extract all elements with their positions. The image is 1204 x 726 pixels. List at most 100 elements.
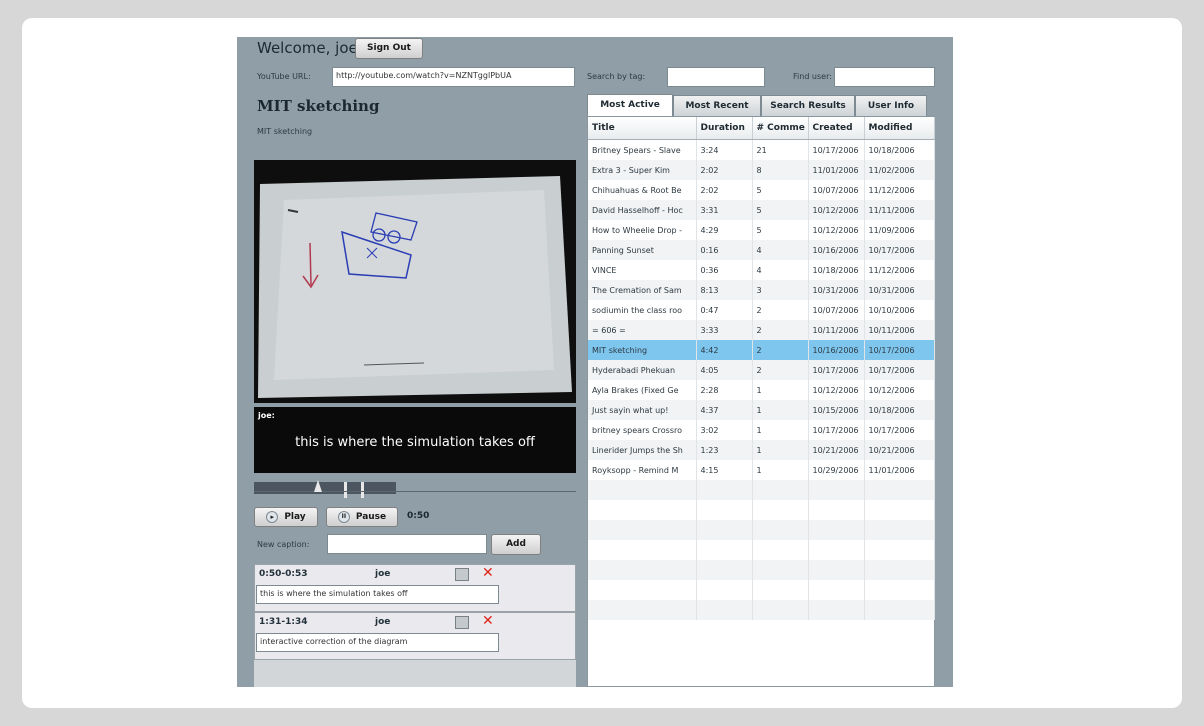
- table-row[interactable]: Chihuahuas & Root Be 2:02 5 10/07/2006 11/12…: [588, 180, 935, 200]
- table-cell: 3:31: [696, 200, 753, 220]
- table-row[interactable]: David Hasselhoff - Hoc 3:31 5 10/12/2006 11/…: [588, 200, 935, 220]
- table-cell: [752, 600, 809, 620]
- column-header[interactable]: Created: [808, 117, 865, 140]
- table-cell: [752, 580, 809, 600]
- table-cell: 10/12/2006: [808, 200, 865, 220]
- video-player[interactable]: [254, 160, 576, 403]
- youtube-url-label: YouTube URL:: [257, 72, 311, 81]
- table-cell: Ayla Brakes (Fixed Ge: [588, 380, 697, 400]
- table-row[interactable]: britney spears Crossro 3:02 1 10/17/2006 10/…: [588, 420, 935, 440]
- table-cell: 10/21/2006: [808, 440, 865, 460]
- table-cell: [588, 480, 697, 500]
- table-row[interactable]: Hyderabadi Phekuan 4:05 2 10/17/2006 10/17/2…: [588, 360, 935, 380]
- table-row[interactable]: Extra 3 - Super Kim 2:02 8 11/01/2006 11/02/…: [588, 160, 935, 180]
- caption-range: 0:50-0:53: [259, 569, 308, 579]
- table-cell: 4: [752, 260, 809, 280]
- table-cell: 2:28: [696, 380, 753, 400]
- pause-button[interactable]: II Pause: [326, 507, 398, 527]
- table-cell: 21: [752, 139, 809, 160]
- caption-item[interactable]: 0:50-0:53 joe ✕ this is where the simula…: [254, 564, 576, 612]
- table-cell: 10/31/2006: [864, 280, 935, 300]
- table-row[interactable]: MIT sketching 4:42 2 10/16/2006 10/17/2006: [588, 340, 935, 360]
- table-cell: [752, 500, 809, 520]
- table-cell: [752, 480, 809, 500]
- empty-row: [588, 500, 935, 520]
- table-row[interactable]: VINCE 0:36 4 10/18/2006 11/12/2006: [588, 260, 935, 280]
- table-cell: [808, 540, 865, 560]
- find-user-input[interactable]: [834, 67, 935, 87]
- tab-search-results[interactable]: Search Results: [761, 95, 855, 116]
- add-caption-button[interactable]: Add: [491, 534, 541, 555]
- table-row[interactable]: sodiumin the class roo 0:47 2 10/07/2006 10/…: [588, 300, 935, 320]
- table-cell: 1: [752, 420, 809, 440]
- table-cell: 10/21/2006: [864, 440, 935, 460]
- column-header[interactable]: Duration: [696, 117, 753, 140]
- table-cell: 10/15/2006: [808, 400, 865, 420]
- timeline[interactable]: [254, 478, 576, 504]
- save-icon[interactable]: [455, 568, 469, 581]
- table-cell: sodiumin the class roo: [588, 300, 697, 320]
- table-cell: [588, 600, 697, 620]
- table-row[interactable]: Britney Spears - Slave 3:24 21 10/17/2006 10…: [588, 139, 935, 160]
- table-cell: [808, 580, 865, 600]
- table-row[interactable]: Ayla Brakes (Fixed Ge 2:28 1 10/12/2006 10/1…: [588, 380, 935, 400]
- search-tag-input[interactable]: [667, 67, 765, 87]
- tab-most-recent[interactable]: Most Recent: [673, 95, 761, 116]
- new-caption-label: New caption:: [257, 540, 310, 549]
- column-header[interactable]: # Comme: [752, 117, 809, 140]
- table-cell: 5: [752, 180, 809, 200]
- table-cell: [696, 600, 753, 620]
- table-cell: 10/17/2006: [808, 139, 865, 160]
- caption-item[interactable]: 1:31-1:34 joe ✕ interactive correction o…: [254, 612, 576, 660]
- table-cell: 10/16/2006: [808, 240, 865, 260]
- table-cell: 10/12/2006: [864, 380, 935, 400]
- caption-text: this is where the simulation takes off: [295, 435, 535, 450]
- table-cell: = 606 =: [588, 320, 697, 340]
- table-cell: 10/16/2006: [808, 340, 865, 360]
- table-cell: [808, 500, 865, 520]
- video-subtitle: MIT sketching: [257, 127, 313, 136]
- play-button[interactable]: ▸ Play: [254, 507, 318, 527]
- table-cell: 8: [752, 160, 809, 180]
- column-header[interactable]: Title: [588, 117, 697, 140]
- caption-segment-bar: [254, 482, 396, 494]
- delete-icon[interactable]: ✕: [482, 613, 494, 629]
- table-cell: 5: [752, 200, 809, 220]
- caption-text-field[interactable]: interactive correction of the diagram: [256, 633, 499, 652]
- empty-row: [588, 580, 935, 600]
- delete-icon[interactable]: ✕: [482, 565, 494, 581]
- table-cell: 1:23: [696, 440, 753, 460]
- youtube-url-input[interactable]: http://youtube.com/watch?v=NZNTgglPbUA: [332, 67, 575, 87]
- table-row[interactable]: Panning Sunset 0:16 4 10/16/2006 10/17/2006: [588, 240, 935, 260]
- new-caption-input[interactable]: [327, 534, 487, 554]
- table-row[interactable]: How to Wheelie Drop -4:29 5 10/12/2006 11/0…: [588, 220, 935, 240]
- table-cell: [588, 540, 697, 560]
- table-cell: 2: [752, 360, 809, 380]
- table-cell: 11/02/2006: [864, 160, 935, 180]
- timeline-scrubber[interactable]: [314, 480, 323, 492]
- table-cell: [752, 540, 809, 560]
- empty-row: [588, 480, 935, 500]
- table-cell: [588, 500, 697, 520]
- table-row[interactable]: The Cremation of Sam 8:13 3 10/31/2006 10/31…: [588, 280, 935, 300]
- table-cell: [696, 500, 753, 520]
- column-header[interactable]: Modified: [864, 117, 935, 140]
- table-cell: 10/18/2006: [864, 400, 935, 420]
- caption-text-field[interactable]: this is where the simulation takes off: [256, 585, 499, 604]
- save-icon[interactable]: [455, 616, 469, 629]
- sign-out-button[interactable]: Sign Out: [355, 38, 423, 59]
- table-cell: [864, 580, 935, 600]
- table-row[interactable]: Linerider Jumps the Sh 1:23 1 10/21/2006 10/…: [588, 440, 935, 460]
- tab-most-active[interactable]: Most Active: [587, 94, 673, 117]
- table-cell: [864, 520, 935, 540]
- table-cell: [752, 520, 809, 540]
- empty-row: [588, 600, 935, 620]
- table-row[interactable]: Royksopp - Remind M 4:15 1 10/29/2006 11/01/…: [588, 460, 935, 480]
- table-row[interactable]: Just sayin what up! 4:37 1 10/15/2006 10/18/…: [588, 400, 935, 420]
- caption-list: 0:50-0:53 joe ✕ this is where the simula…: [254, 564, 576, 687]
- tab-user-info[interactable]: User Info: [855, 95, 927, 116]
- table-row[interactable]: = 606 = 3:33 2 10/11/2006 10/11/2006: [588, 320, 935, 340]
- table-cell: 11/12/2006: [864, 180, 935, 200]
- table-cell: 1: [752, 380, 809, 400]
- table-cell: 10/17/2006: [864, 240, 935, 260]
